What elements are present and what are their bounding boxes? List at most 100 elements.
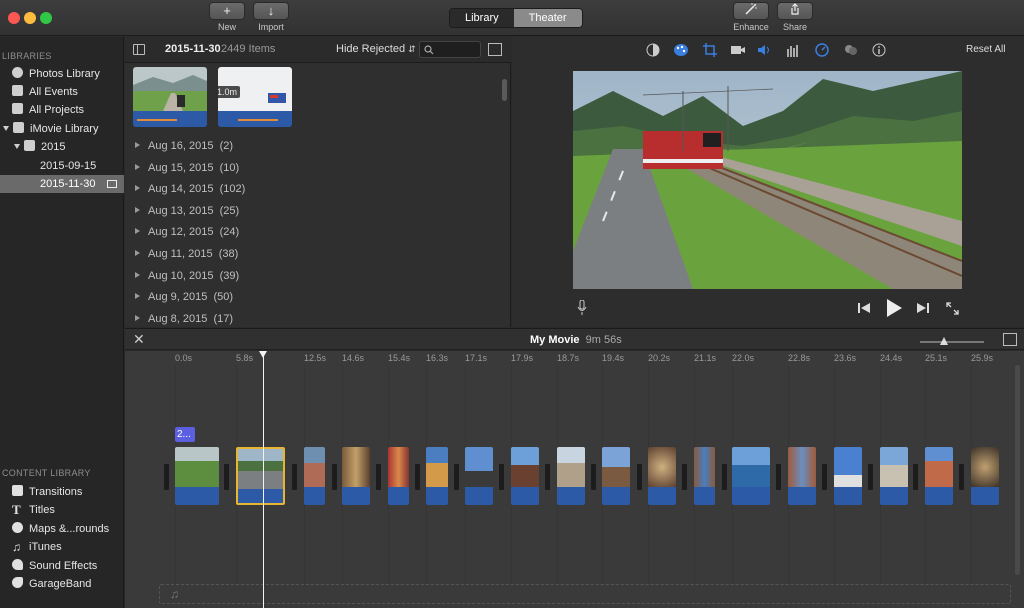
sidebar-item-garageband[interactable]: GarageBand	[0, 575, 124, 593]
timeline-clip[interactable]	[694, 447, 715, 505]
transition-marker[interactable]	[913, 464, 918, 490]
transition-marker[interactable]	[722, 464, 727, 490]
sidebar-toggle-icon[interactable]	[133, 44, 145, 55]
timeline-clip-selected[interactable]	[236, 447, 285, 505]
timeline-clip[interactable]	[388, 447, 409, 505]
fullscreen-icon[interactable]	[946, 302, 959, 318]
event-row[interactable]: Aug 9, 2015 (50)	[135, 291, 233, 303]
skip-back-icon[interactable]	[858, 302, 870, 317]
speed-icon[interactable]	[815, 43, 829, 57]
sidebar-item-all-projects[interactable]: All Projects	[0, 101, 124, 119]
transition-marker[interactable]	[332, 464, 337, 490]
sidebar-item-itunes[interactable]: ♫ iTunes	[0, 538, 124, 556]
transition-marker[interactable]	[454, 464, 459, 490]
transition-marker[interactable]	[292, 464, 297, 490]
timeline-clip[interactable]	[834, 447, 862, 505]
playhead[interactable]	[259, 351, 267, 608]
sidebar-item-2015-11-30[interactable]: 2015-11-30	[0, 175, 124, 193]
sidebar-item-titles[interactable]: T Titles	[0, 501, 124, 519]
transition-marker[interactable]	[682, 464, 687, 490]
filmstrip-icon[interactable]	[488, 43, 502, 56]
playhead-handle-icon[interactable]	[259, 351, 267, 358]
skip-forward-icon[interactable]	[917, 302, 929, 317]
stabilization-camera-icon[interactable]	[731, 43, 745, 57]
sidebar-item-2015[interactable]: 2015	[0, 138, 124, 156]
enhance-button[interactable]: Enhance	[732, 2, 770, 32]
timeline[interactable]: 0.0s 5.8s 12.5s 14.6s 15.4s 16.3s 17.1s …	[125, 351, 1024, 608]
timeline-clip[interactable]	[732, 447, 770, 505]
timeline-clip[interactable]	[342, 447, 370, 505]
microphone-icon[interactable]	[577, 299, 587, 319]
transition-marker[interactable]	[822, 464, 827, 490]
clip-thumbnail[interactable]: 1.0m	[218, 67, 292, 127]
event-row[interactable]: Aug 12, 2015 (24)	[135, 226, 239, 238]
tab-library[interactable]: Library	[450, 9, 514, 27]
zoom-slider[interactable]	[920, 337, 984, 345]
title-clip-badge[interactable]: 2...	[175, 427, 195, 442]
color-correction-icon[interactable]	[673, 43, 688, 57]
disclosure-triangle-icon[interactable]	[14, 144, 20, 149]
transition-marker[interactable]	[637, 464, 642, 490]
filter-popup[interactable]: Hide Rejected ⇵	[336, 43, 416, 55]
disclosure-triangle-icon[interactable]	[3, 126, 9, 131]
close-window-button[interactable]	[8, 12, 20, 24]
info-icon[interactable]	[872, 43, 886, 57]
color-balance-icon[interactable]	[646, 43, 660, 57]
search-field[interactable]	[419, 41, 481, 58]
fullscreen-window-button[interactable]	[40, 12, 52, 24]
timeline-clip[interactable]	[925, 447, 953, 505]
timeline-clip[interactable]	[304, 447, 325, 505]
reset-all-button[interactable]: Reset All	[966, 44, 1005, 55]
filmstrip-settings-icon[interactable]	[1003, 333, 1017, 346]
sidebar-item-maps-backgrounds[interactable]: Maps &...rounds	[0, 520, 124, 538]
sidebar-item-sound-effects[interactable]: Sound Effects	[0, 557, 124, 575]
transition-marker[interactable]	[545, 464, 550, 490]
timeline-clip[interactable]	[880, 447, 908, 505]
music-well[interactable]: ♫	[159, 584, 1011, 604]
share-button[interactable]: Share	[776, 2, 814, 32]
timeline-clip[interactable]	[648, 447, 676, 505]
event-row[interactable]: Aug 11, 2015 (38)	[135, 248, 238, 260]
event-row[interactable]: Aug 10, 2015 (39)	[135, 270, 239, 282]
tab-theater[interactable]: Theater	[513, 9, 582, 27]
transition-marker[interactable]	[499, 464, 504, 490]
play-icon[interactable]	[886, 299, 902, 320]
transition-marker[interactable]	[164, 464, 169, 490]
zoom-slider-knob[interactable]	[940, 337, 948, 345]
timeline-clip[interactable]	[175, 447, 219, 505]
timeline-clip[interactable]	[602, 447, 630, 505]
event-row[interactable]: Aug 15, 2015 (10)	[135, 162, 239, 174]
equalizer-icon[interactable]	[786, 43, 800, 57]
sidebar-item-transitions[interactable]: Transitions	[0, 483, 124, 501]
timeline-clip[interactable]	[426, 447, 448, 505]
close-icon[interactable]: ✕	[133, 332, 145, 346]
sidebar-item-all-events[interactable]: All Events	[0, 83, 124, 101]
volume-icon[interactable]	[757, 43, 771, 57]
event-row[interactable]: Aug 14, 2015 (102)	[135, 183, 245, 195]
timeline-clip[interactable]	[788, 447, 816, 505]
timeline-clip[interactable]	[465, 447, 493, 505]
transition-marker[interactable]	[868, 464, 873, 490]
transition-marker[interactable]	[415, 464, 420, 490]
transition-marker[interactable]	[224, 464, 229, 490]
timeline-clip[interactable]	[971, 447, 999, 505]
transition-marker[interactable]	[591, 464, 596, 490]
event-row[interactable]: Aug 8, 2015 (17)	[135, 313, 233, 325]
timeline-scrollbar[interactable]	[1015, 365, 1020, 575]
minimize-window-button[interactable]	[24, 12, 36, 24]
crop-icon[interactable]	[703, 43, 717, 57]
transition-marker[interactable]	[376, 464, 381, 490]
timeline-clip[interactable]	[557, 447, 585, 505]
transition-marker[interactable]	[776, 464, 781, 490]
browser-scrollbar[interactable]	[502, 79, 507, 101]
import-button[interactable]: ↓ Import	[252, 2, 290, 32]
timeline-clip[interactable]	[511, 447, 539, 505]
new-button[interactable]: + New	[208, 2, 246, 32]
transition-marker[interactable]	[959, 464, 964, 490]
event-row[interactable]: Aug 13, 2015 (25)	[135, 205, 239, 217]
clip-thumbnail[interactable]	[133, 67, 207, 127]
sidebar-item-imovie-library[interactable]: iMovie Library	[0, 120, 124, 138]
sidebar-item-2015-09-15[interactable]: 2015-09-15	[0, 157, 124, 175]
event-row[interactable]: Aug 16, 2015 (2)	[135, 140, 233, 152]
video-filter-icon[interactable]	[844, 43, 858, 57]
